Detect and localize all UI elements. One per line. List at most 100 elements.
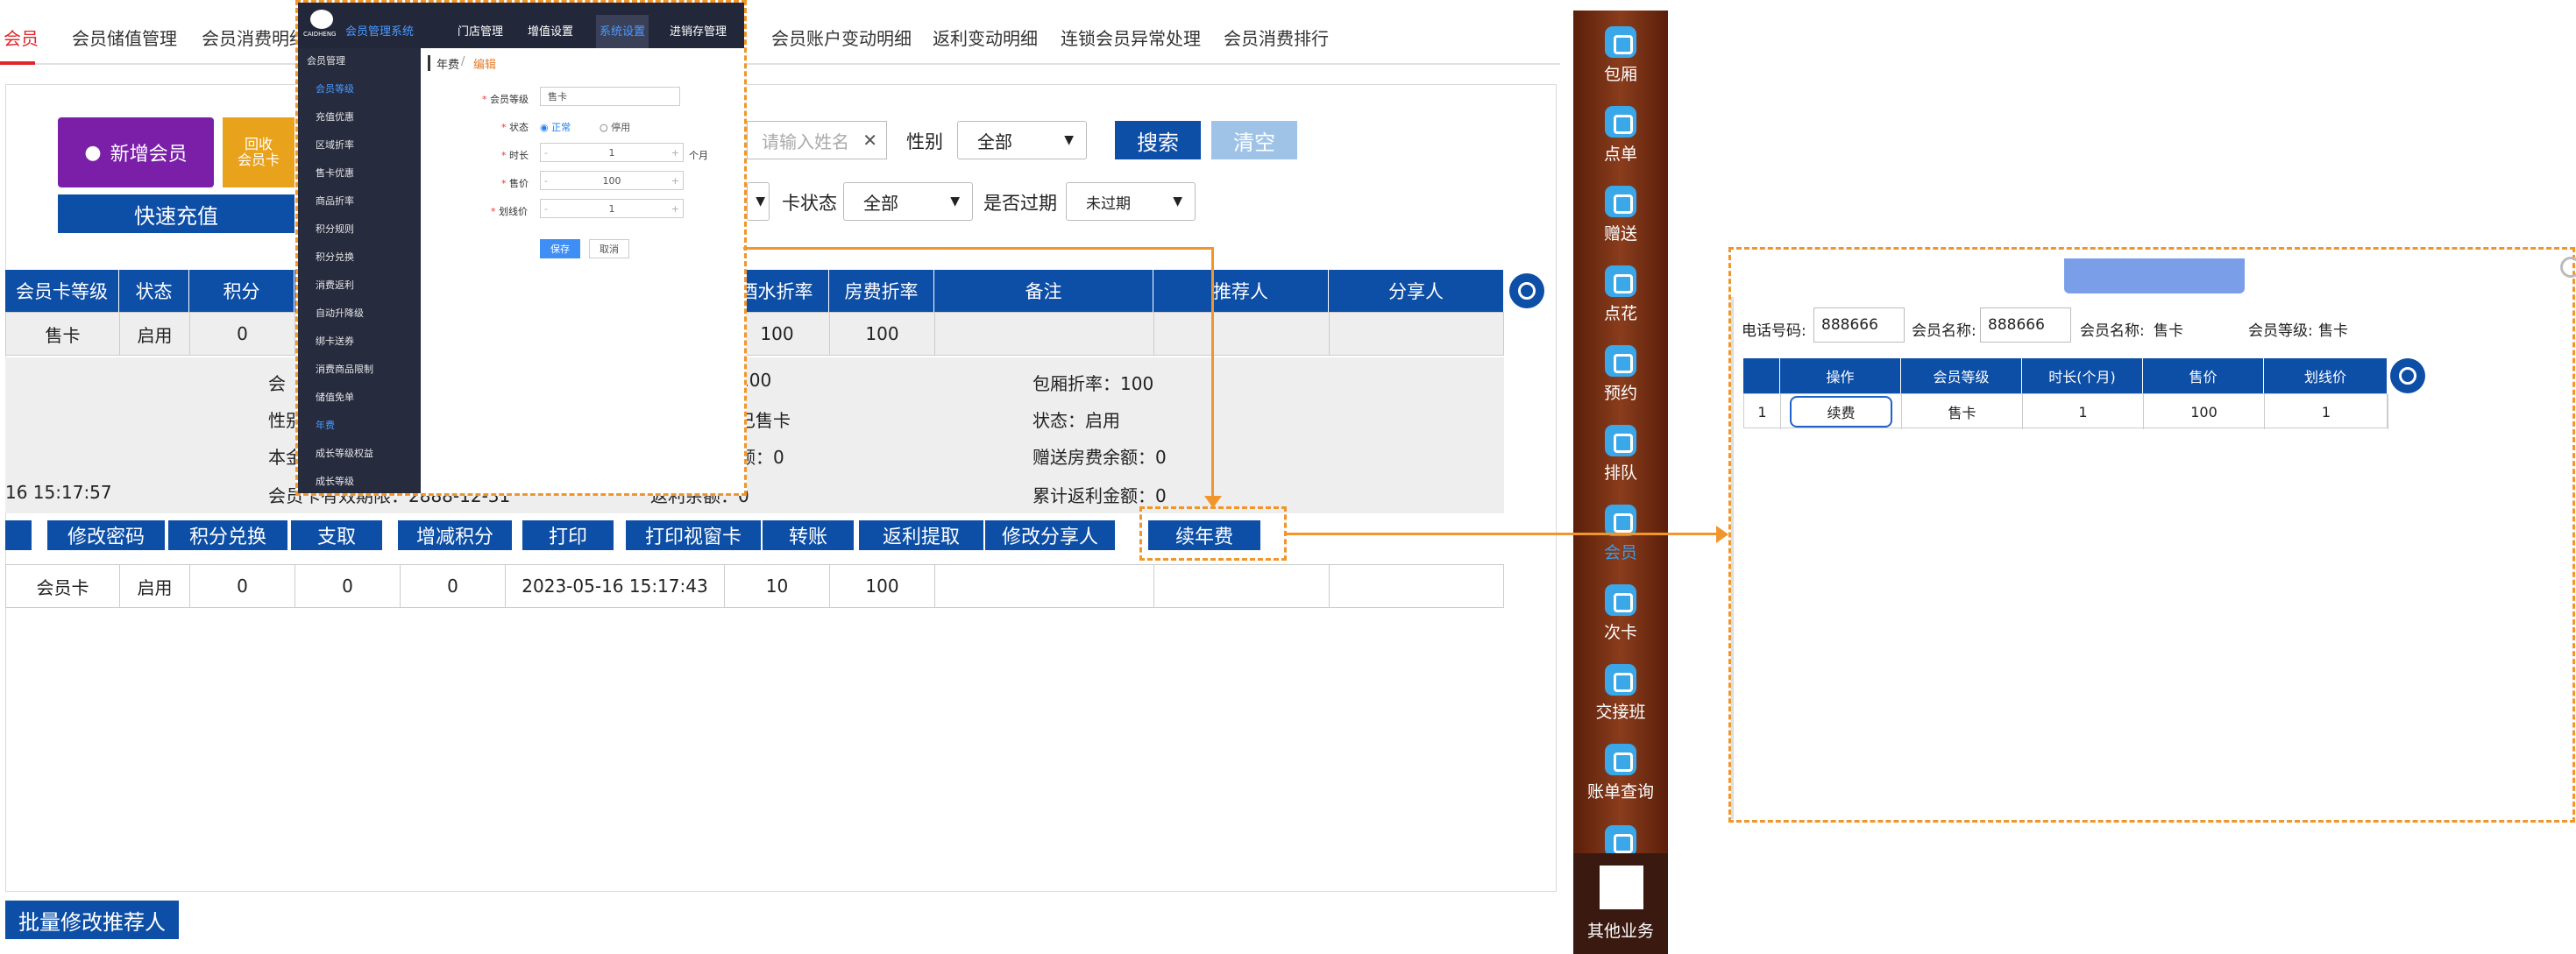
sidebar-item-count-card[interactable]: 次卡 — [1573, 577, 1668, 651]
sidebar-item-queue[interactable]: 排队 — [1573, 418, 1668, 491]
sidebar-label: 排队 — [1603, 463, 1637, 483]
table-row[interactable]: 会员卡 启用 0 0 0 2023-05-16 15:17:43 10 100 — [5, 564, 1504, 608]
th-status: 状态 — [119, 270, 189, 312]
tab-member[interactable]: 会员 — [4, 25, 39, 50]
transfer-button[interactable]: 转账 — [763, 520, 854, 550]
member-table-header: 会员卡等级 状态 积分 酒水折率 房费折率 备注 推荐人 分享人 — [5, 270, 1504, 312]
zoom-name-input[interactable]: 888666 — [1980, 307, 2071, 343]
adjust-points-button[interactable]: 增减积分 — [398, 520, 512, 550]
change-sharer-button[interactable]: 修改分享人 — [985, 520, 1115, 550]
admin-menu-item[interactable]: 消费返利 — [316, 278, 354, 292]
table-row[interactable]: 售卡 启用 0 100 100 — [5, 312, 1504, 356]
zoom-phone-input[interactable]: 888666 — [1813, 307, 1905, 343]
admin-menu-item[interactable]: 消费商品限制 — [316, 362, 373, 376]
admin-menu-item[interactable]: 成长等级权益 — [316, 446, 373, 460]
sidebar-item-room[interactable]: 包厢 — [1573, 19, 1668, 93]
print-window-card-button[interactable]: 打印视窗卡 — [626, 520, 761, 550]
admin-nav-store[interactable]: 门店管理 — [458, 22, 503, 39]
batch-change-referrer-button[interactable]: 批量修改推荐人 — [5, 901, 179, 939]
tab-member-stored-value[interactable]: 会员储值管理 — [72, 25, 177, 50]
card-status-select[interactable]: 全部 ▼ — [843, 182, 973, 221]
change-password-button[interactable]: 修改密码 — [47, 520, 165, 550]
crumb-annual-fee[interactable]: 年费 — [436, 55, 459, 72]
sidebar-item-flower[interactable]: 点花 — [1573, 258, 1668, 332]
sidebar-label: 预约 — [1603, 384, 1637, 403]
detail-c1: 会 — [268, 373, 286, 394]
admin-menu-item[interactable]: 会员等级 — [316, 81, 354, 95]
other-business-area[interactable]: 其他业务 — [1573, 853, 1668, 954]
points-exchange-button[interactable]: 积分兑换 — [168, 520, 287, 550]
admin-menu-item[interactable]: 充值优惠 — [316, 110, 354, 124]
admin-menu-item[interactable]: 成长等级 — [316, 474, 354, 488]
sidebar-item-gift[interactable]: 赠送 — [1573, 179, 1668, 252]
partial-select[interactable]: ▼ — [747, 182, 770, 221]
th-points: 积分 — [189, 270, 295, 312]
zoom-table-row[interactable]: 1 续费 售卡 1 100 1 — [1743, 393, 2388, 429]
admin-nav-system[interactable]: 系统设置 — [596, 15, 649, 48]
zoom-left-border — [1731, 297, 1734, 819]
f-status-normal-radio[interactable]: ◉ 正常 — [540, 120, 571, 134]
admin-menu-item[interactable]: 售卡优惠 — [316, 166, 354, 180]
admin-menu-item[interactable]: 储值免单 — [316, 390, 354, 404]
recycle-label-1: 回收 — [244, 136, 273, 152]
zoom-th-duration: 时长(个月) — [2022, 358, 2143, 393]
gender-select[interactable]: 全部 ▼ — [957, 121, 1087, 159]
rebate-withdraw-button[interactable]: 返利提取 — [859, 520, 983, 550]
f-level-select[interactable]: 售卡 — [540, 87, 680, 106]
print-button[interactable]: 打印 — [522, 520, 614, 550]
tab-member-consumption[interactable]: 会员消费明细 — [202, 25, 307, 50]
f-price-stepper[interactable]: -100 + — [540, 171, 684, 190]
tab-account-change[interactable]: 会员账户变动明细 — [771, 25, 912, 50]
tab-chain-exception[interactable]: 连锁会员异常处理 — [1061, 25, 1201, 50]
gear-icon[interactable] — [1509, 273, 1544, 308]
admin-menu-item[interactable]: 商品折率 — [316, 194, 354, 208]
cell-level: 售卡 — [6, 313, 120, 355]
admin-menu-head[interactable]: 会员管理 — [307, 53, 345, 67]
f-duration-stepper[interactable]: -1 + — [540, 143, 684, 162]
add-member-button[interactable]: ● 新增会员 — [58, 117, 214, 187]
recycle-card-button[interactable]: 回收 会员卡 — [223, 117, 295, 187]
admin-nav-value-added[interactable]: 增值设置 — [528, 22, 573, 39]
member-icon — [1605, 505, 1636, 536]
renew-button[interactable]: 续费 — [1790, 396, 1892, 428]
recycle-label-2: 会员卡 — [237, 152, 280, 168]
sidebar-item-order[interactable]: 点单 — [1573, 99, 1668, 173]
withdraw-button[interactable]: 支取 — [291, 520, 382, 550]
queue-icon — [1605, 425, 1636, 456]
admin-menu-item[interactable]: 区域折率 — [316, 138, 354, 152]
cancel-button[interactable]: 取消 — [589, 239, 629, 258]
sidebar-item-bill[interactable]: 账单查询 — [1573, 737, 1668, 810]
zoom-gear-icon[interactable] — [2390, 358, 2425, 393]
logo-text: CAIDHENG — [303, 31, 337, 38]
admin-nav-inventory[interactable]: 进销存管理 — [670, 22, 727, 39]
detail-time: 16 15:17:57 — [5, 482, 112, 503]
clear-x-icon[interactable]: ✕ — [862, 130, 877, 151]
arrow-head — [1716, 526, 1728, 543]
save-button[interactable]: 保存 — [540, 239, 580, 258]
sidebar-item-shift[interactable]: 交接班 — [1573, 657, 1668, 731]
card-status-label: 卡状态 — [782, 193, 837, 214]
chart-icon — [1605, 825, 1636, 857]
quick-recharge-button[interactable]: 快速充值 — [58, 194, 295, 233]
name-search-input[interactable]: 请输入姓名 ✕ — [747, 121, 887, 159]
close-icon[interactable] — [2560, 257, 2576, 278]
clear-button[interactable]: 清空 — [1211, 121, 1297, 159]
admin-menu-item[interactable]: 积分规则 — [316, 222, 354, 236]
admin-menu-item[interactable]: 积分兑换 — [316, 250, 354, 264]
search-button[interactable]: 搜索 — [1115, 121, 1201, 159]
f-strike-stepper[interactable]: -1 + — [540, 199, 684, 218]
sidebar-item-reserve[interactable]: 预约 — [1573, 338, 1668, 412]
tab-consumption-ranking[interactable]: 会员消费排行 — [1224, 25, 1329, 50]
admin-menu-item-active[interactable]: 年费 — [316, 418, 335, 432]
action-partial-button[interactable] — [5, 520, 32, 550]
th-room-rate: 房费折率 — [829, 270, 934, 312]
chevron-down-icon: ▼ — [1173, 194, 1182, 208]
expired-select[interactable]: 未过期 ▼ — [1066, 182, 1196, 221]
f-status-disabled-radio[interactable]: ○ 停用 — [600, 120, 630, 134]
admin-menu-item[interactable]: 绑卡送券 — [316, 334, 354, 348]
crumb-sep: / — [461, 55, 465, 68]
admin-menu-item[interactable]: 自动升降级 — [316, 306, 364, 320]
f-duration-label: * 时长 — [501, 150, 529, 161]
sidebar-item-extra[interactable] — [1573, 818, 1668, 857]
tab-rebate-change[interactable]: 返利变动明细 — [933, 25, 1038, 50]
